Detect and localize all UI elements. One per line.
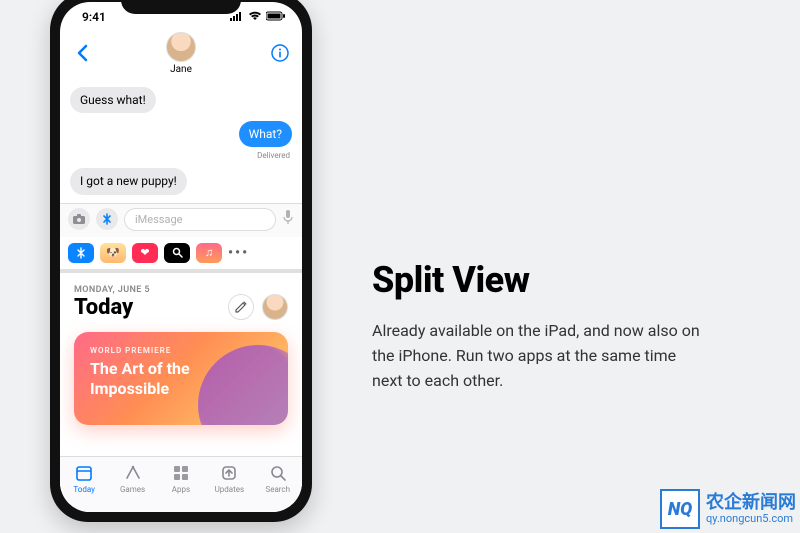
feature-copy: Split View Already available on the iPad… [372,139,750,393]
message-outgoing[interactable]: What? [239,121,292,147]
iphone-mock: 9:41 [50,0,312,522]
appstore-pane: MONDAY, JUNE 5 Today WORLD PREMIERE The … [60,273,302,512]
message-incoming[interactable]: I got a new puppy! [70,168,187,194]
status-icons [230,10,286,24]
tab-label: Games [120,485,145,494]
tab-apps[interactable]: Apps [159,463,203,494]
updates-icon [219,463,239,483]
tab-label: Updates [215,485,245,494]
search-icon [268,463,288,483]
delivered-label: Delivered [257,151,290,160]
tab-today[interactable]: Today [62,463,106,494]
appstore-header: MONDAY, JUNE 5 Today [60,281,302,328]
messages-nav: Jane [60,32,302,81]
tray-app-store-icon[interactable] [68,243,94,263]
compose-button[interactable] [228,294,254,320]
today-icon [74,463,94,483]
tab-search[interactable]: Search [256,463,300,494]
apps-icon [171,463,191,483]
message-field[interactable]: iMessage [124,208,276,231]
feature-body: Already available on the iPad, and now a… [372,319,702,393]
imessage-app-tray: 🐶 ❤ ♫ ••• [60,237,302,273]
back-button[interactable] [72,43,92,63]
account-avatar[interactable] [262,294,288,320]
tab-label: Apps [172,485,190,494]
watermark-brand: 农企新闻网 [706,493,796,513]
watermark-url: qy.nongcun5.com [706,513,796,525]
contact-header[interactable]: Jane [166,32,196,75]
tray-animoji-icon[interactable]: 🐶 [100,243,126,263]
appstore-section-title: Today [74,295,150,320]
watermark: NQ 农企新闻网 qy.nongcun5.com [660,489,796,529]
appstore-date: MONDAY, JUNE 5 [74,285,150,295]
status-time: 9:41 [82,10,106,24]
wifi-icon [248,10,262,24]
appstore-drawer-button[interactable] [96,208,118,230]
chat-area: Guess what! What? Delivered I got a new … [60,81,302,203]
appstore-tabbar: Today Games Apps [60,456,302,512]
message-incoming[interactable]: Guess what! [70,87,156,113]
card-eyebrow: WORLD PREMIERE [90,346,272,355]
message-input-row: iMessage [60,203,302,237]
watermark-logo: NQ [660,489,700,529]
games-icon [123,463,143,483]
screen: 9:41 [60,2,302,512]
battery-icon [266,10,286,24]
feature-headline: Split View [372,259,720,301]
feature-card[interactable]: WORLD PREMIERE The Art of the Impossible [74,332,288,425]
mic-button[interactable] [282,209,294,229]
card-title: The Art of the Impossible [90,359,272,399]
tray-hearts-icon[interactable]: ❤ [132,243,158,263]
tab-label: Search [265,485,290,494]
tab-games[interactable]: Games [111,463,155,494]
tab-updates[interactable]: Updates [207,463,251,494]
notch [121,0,241,14]
tab-label: Today [73,485,95,494]
camera-button[interactable] [68,208,90,230]
tray-search-icon[interactable] [164,243,190,263]
tray-music-icon[interactable]: ♫ [196,243,222,263]
info-button[interactable] [270,43,290,63]
tray-more-button[interactable]: ••• [228,245,249,261]
contact-name: Jane [170,64,192,75]
feature-stage: 9:41 [0,0,800,533]
contact-avatar [166,32,196,62]
